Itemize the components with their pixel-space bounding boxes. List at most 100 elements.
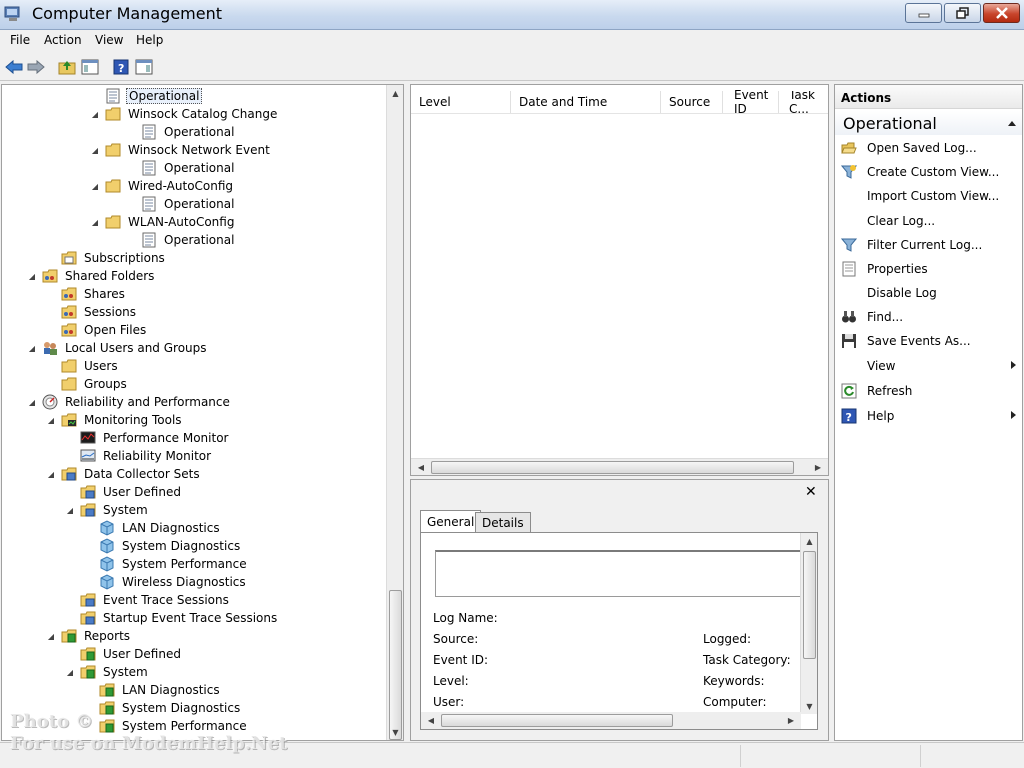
tree-item[interactable]: ◢ Local Users and Groups [27, 339, 209, 357]
expand-collapse-icon[interactable]: ◢ [90, 213, 100, 231]
collapse-section-icon[interactable] [1008, 121, 1016, 126]
action-refresh[interactable]: Refresh [835, 379, 1022, 403]
tree-item[interactable]: System Performance [84, 555, 249, 573]
action-view[interactable]: View [835, 354, 1022, 378]
tree-item[interactable]: Performance Monitor [65, 429, 230, 447]
expand-collapse-icon[interactable]: ◢ [65, 501, 75, 519]
detail-horizontal-scrollbar[interactable]: ◀ ▶ [421, 712, 801, 729]
tree-item[interactable]: LAN Diagnostics [84, 681, 222, 699]
action-open-saved-log[interactable]: Open Saved Log... [835, 136, 1022, 160]
tree-item[interactable]: Wireless Diagnostics [84, 573, 248, 591]
column-header-task-category[interactable]: Task C... [779, 91, 828, 113]
event-list-horizontal-scrollbar[interactable]: ◀ ▶ [411, 458, 828, 475]
expand-collapse-icon[interactable]: ◢ [90, 105, 100, 123]
close-detail-pane-icon[interactable]: ✕ [805, 484, 817, 500]
tree-item[interactable]: User Defined [65, 483, 183, 501]
minimize-button[interactable] [905, 3, 942, 23]
restore-button[interactable] [944, 3, 981, 23]
event-description-box[interactable] [435, 550, 801, 597]
action-properties[interactable]: Properties [835, 257, 1022, 281]
menu-help[interactable]: Help [136, 33, 163, 47]
forward-button[interactable] [26, 57, 46, 77]
tab-details[interactable]: Details [475, 512, 531, 533]
tree-scroll-thumb[interactable] [389, 590, 402, 740]
back-button[interactable] [4, 57, 24, 77]
action-disable-log[interactable]: Disable Log [835, 281, 1022, 305]
scroll-up-arrow-icon[interactable]: ▲ [387, 85, 403, 101]
action-import-custom-view[interactable]: Import Custom View... [835, 184, 1022, 208]
tree-vertical-scrollbar[interactable]: ▲ ▼ [386, 85, 403, 740]
scroll-down-arrow-icon[interactable]: ▼ [801, 698, 817, 714]
tree-item[interactable]: Operational [90, 87, 203, 105]
menu-file[interactable]: File [10, 33, 30, 47]
tree-item[interactable]: ◢ Data Collector Sets [46, 465, 202, 483]
detail-scroll-thumb[interactable] [803, 551, 816, 659]
tree-item[interactable]: Operational [126, 123, 236, 141]
scroll-up-arrow-icon[interactable]: ▲ [801, 533, 817, 549]
tree-item[interactable]: ◢ Monitoring Tools [46, 411, 184, 429]
tree-item[interactable]: Operational [126, 159, 236, 177]
help-toolbar-button[interactable]: ? [111, 57, 131, 77]
show-hide-console-tree-button[interactable] [80, 57, 100, 77]
action-help[interactable]: ? Help [835, 404, 1022, 428]
menu-view[interactable]: View [95, 33, 123, 47]
expand-collapse-icon[interactable]: ◢ [46, 411, 56, 429]
expand-collapse-icon[interactable]: ◢ [65, 663, 75, 681]
expand-collapse-icon[interactable]: ◢ [27, 393, 37, 411]
tree-item[interactable]: ◢ Reliability and Performance [27, 393, 232, 411]
column-header-source[interactable]: Source [661, 91, 723, 113]
event-list[interactable]: Level Date and Time Source Event ID Task… [410, 84, 829, 476]
column-header-date-and-time[interactable]: Date and Time [511, 91, 661, 113]
tree-item[interactable]: ◢ Shared Folders [27, 267, 156, 285]
tree-item[interactable]: ◢ System [65, 663, 150, 681]
tree-item[interactable]: ◢ Winsock Catalog Change [90, 105, 279, 123]
event-list-scroll-thumb[interactable] [431, 461, 794, 474]
expand-collapse-icon[interactable]: ◢ [90, 177, 100, 195]
column-header-level[interactable]: Level [411, 91, 511, 113]
tree-item[interactable]: Operational [126, 195, 236, 213]
scroll-left-arrow-icon[interactable]: ◀ [423, 712, 439, 729]
tree-item[interactable]: Event Trace Sessions [65, 591, 231, 609]
tree-item[interactable]: Open Files [46, 321, 148, 339]
scroll-down-arrow-icon[interactable]: ▼ [387, 724, 403, 740]
tree-item[interactable]: User Defined [65, 645, 183, 663]
tree-item[interactable]: LAN Diagnostics [84, 519, 222, 537]
detail-vertical-scrollbar[interactable]: ▲ ▼ [800, 533, 817, 714]
menu-action[interactable]: Action [44, 33, 82, 47]
tree-item[interactable]: ◢ Wired-AutoConfig [90, 177, 235, 195]
tree-item[interactable]: Users [46, 357, 120, 375]
scroll-right-arrow-icon[interactable]: ▶ [810, 459, 826, 475]
tree-item[interactable]: System Diagnostics [84, 537, 242, 555]
tree-item[interactable]: ◢ WLAN-AutoConfig [90, 213, 236, 231]
tab-general[interactable]: General [420, 510, 482, 533]
tree-item[interactable]: Shares [46, 285, 127, 303]
column-header-event-id[interactable]: Event ID [723, 88, 779, 116]
tree-item[interactable]: Subscriptions [46, 249, 167, 267]
tree-item[interactable]: Groups [46, 375, 129, 393]
show-hide-action-pane-button[interactable] [134, 57, 154, 77]
tree-item[interactable]: ◢ Reports [46, 627, 132, 645]
expand-collapse-icon[interactable]: ◢ [90, 141, 100, 159]
expand-collapse-icon[interactable]: ◢ [27, 267, 37, 285]
action-filter-current-log[interactable]: Filter Current Log... [835, 233, 1022, 257]
console-tree[interactable]: System Performance System Diagnostics LAN … [1, 84, 404, 741]
actions-section-operational[interactable]: Operational [835, 111, 1022, 135]
action-create-custom-view[interactable]: Create Custom View... [835, 160, 1022, 184]
action-clear-log[interactable]: Clear Log... [835, 209, 1022, 233]
scroll-left-arrow-icon[interactable]: ◀ [413, 459, 429, 475]
tree-item[interactable]: Operational [126, 231, 236, 249]
close-window-button[interactable] [983, 3, 1020, 23]
title-bar[interactable]: Computer Management [0, 0, 1024, 30]
action-find[interactable]: Find... [835, 305, 1022, 329]
up-one-level-button[interactable] [57, 57, 77, 77]
tree-item[interactable]: ◢ Winsock Network Event [90, 141, 272, 159]
expand-collapse-icon[interactable]: ◢ [46, 627, 56, 645]
tree-item[interactable]: Reliability Monitor [65, 447, 213, 465]
tree-item[interactable]: Startup Event Trace Sessions [65, 609, 279, 627]
expand-collapse-icon[interactable]: ◢ [27, 339, 37, 357]
scroll-right-arrow-icon[interactable]: ▶ [783, 712, 799, 729]
action-save-events-as[interactable]: Save Events As... [835, 329, 1022, 353]
tree-item[interactable]: Sessions [46, 303, 138, 321]
expand-collapse-icon[interactable]: ◢ [46, 465, 56, 483]
detail-horizontal-scroll-thumb[interactable] [441, 714, 673, 727]
